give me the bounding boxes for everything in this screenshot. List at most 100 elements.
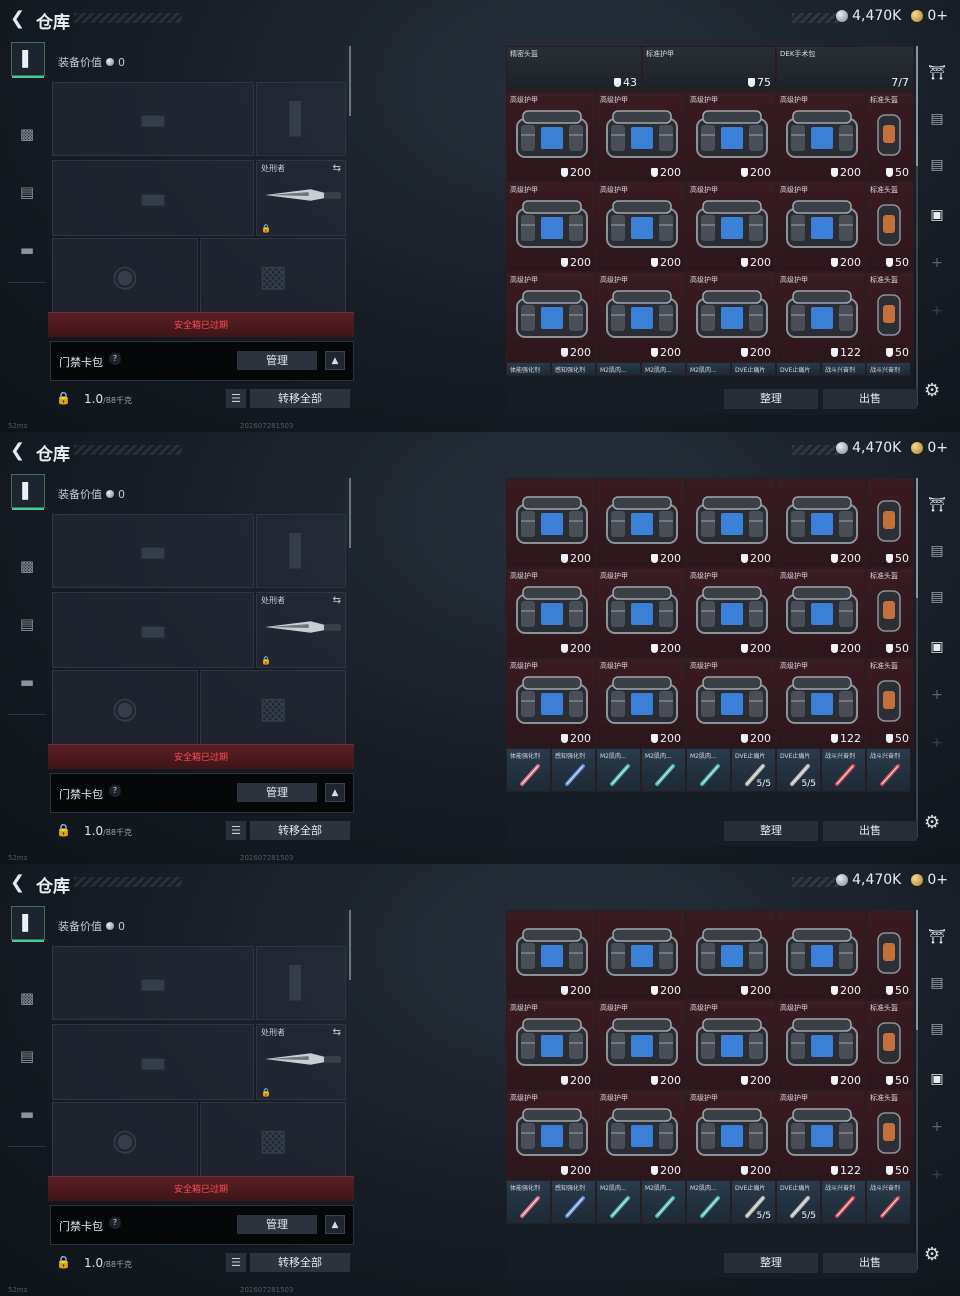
storage-tab-add[interactable]: ▣ [922,1066,952,1092]
consumable-item[interactable]: M2肌肉... [641,362,686,376]
secondary-weapon-slot[interactable]: ▬ [52,592,254,668]
manage-button[interactable]: 管理 [237,1215,317,1234]
armor-item[interactable]: 高级护甲 122 [776,1090,866,1180]
swap-icon[interactable]: ⇆ [333,163,341,174]
consumable-item[interactable]: M2肌肉... [686,748,731,792]
armor-item[interactable]: 高级护甲 200 [776,182,866,272]
tab-weapons[interactable]: ▌ [11,42,45,78]
armor-item[interactable]: 高级护甲 200 [596,92,686,182]
sort-button[interactable]: 整理 [724,389,818,409]
consumable-item[interactable]: M2肌肉... [686,362,731,376]
armor-item[interactable]: 200 [686,478,776,568]
armor-slot[interactable]: ▩ [200,238,346,314]
consumable-item[interactable]: DVE止痛片 5/5 [776,1180,821,1224]
swap-icon[interactable]: ⇆ [333,1027,341,1038]
consumable-item[interactable]: M2肌肉... [686,1180,731,1224]
scroll-thumb[interactable] [916,910,918,1030]
storage-tab-add[interactable]: ▣ [922,634,952,660]
helmet-slot[interactable]: ◉ [52,670,198,746]
inventory-item[interactable]: DEK手术包 7/7 [776,46,914,92]
armor-slot[interactable]: ▩ [200,1102,346,1178]
list-icon[interactable]: ☰ [226,821,246,840]
consumable-item[interactable]: DVE止痛片 [776,362,821,376]
consumable-item[interactable]: 感知强化剂 [551,1180,596,1224]
add-storage-button[interactable]: + [922,1162,952,1188]
consumable-item[interactable]: 战斗兴奋剂 [821,748,866,792]
consumable-item[interactable]: 体能强化剂 [506,748,551,792]
storage-tab-add[interactable]: ▣ [922,202,952,228]
primary-weapon-slot[interactable]: ▬ [52,946,254,1020]
sort-button[interactable]: 整理 [724,821,818,841]
swap-icon[interactable]: ⇆ [333,595,341,606]
pistol-slot[interactable]: ▌ [256,946,346,1020]
armor-item[interactable]: 200 [686,910,776,1000]
armor-item[interactable]: 高级护甲 200 [686,1090,776,1180]
consumable-item[interactable]: DVE止痛片 5/5 [731,1180,776,1224]
add-storage-button[interactable]: + [922,298,952,324]
sort-button[interactable]: 整理 [724,1253,818,1273]
tab-bag[interactable]: ▬ [11,234,43,266]
armor-item[interactable]: 高级护甲 122 [776,272,866,362]
armor-item[interactable]: 高级护甲 200 [506,92,596,182]
armor-item[interactable]: 高级护甲 200 [506,1000,596,1090]
safebox-expired-banner[interactable]: 安全箱已过期 [48,312,354,337]
scroll-thumb[interactable] [916,46,918,166]
storage-tab-4[interactable]: ▤ [922,584,952,610]
helmet-item[interactable]: 标准头盔 50 [866,182,914,272]
armor-item[interactable]: 200 [506,910,596,1000]
helmet-slot[interactable]: ◉ [52,238,198,314]
consumable-item[interactable]: M2肌肉... [641,748,686,792]
armor-item[interactable]: 200 [506,478,596,568]
help-icon[interactable]: ? [109,1217,121,1229]
armor-item[interactable]: 高级护甲 200 [506,182,596,272]
gear-icon[interactable]: ⚙ [924,380,940,401]
help-icon[interactable]: ? [109,353,121,365]
consumable-item[interactable]: DVE止痛片 5/5 [731,748,776,792]
primary-weapon-slot[interactable]: ▬ [52,82,254,156]
safebox-expired-banner[interactable]: 安全箱已过期 [48,1176,354,1201]
inventory-scrollbar[interactable] [916,478,918,838]
melee-slot[interactable]: 处刑者 ⇆ 🔒 [256,160,346,236]
padlock-icon[interactable]: 🔒 [56,391,71,405]
consumable-item[interactable]: 战斗兴奋剂 [821,1180,866,1224]
storage-tab-4[interactable]: ▤ [922,152,952,178]
tab-weapons[interactable]: ▌ [11,906,45,942]
armor-slot[interactable]: ▩ [200,670,346,746]
storage-tab-3[interactable]: ▤ [922,106,952,132]
armor-item[interactable]: 高级护甲 200 [686,658,776,748]
inventory-scrollbar[interactable] [916,910,918,1270]
consumable-item[interactable]: M2肌肉... [596,1180,641,1224]
tab-supplies[interactable]: ▤ [11,608,43,640]
helmet-item[interactable]: 50 [866,910,914,1000]
sell-button[interactable]: 出售 [823,821,917,841]
equipment-scrollbar[interactable] [349,46,351,116]
tab-weapons[interactable]: ▌ [11,474,45,510]
armor-item[interactable]: 高级护甲 200 [596,1090,686,1180]
tab-armor[interactable]: ▩ [11,118,43,150]
inventory-item[interactable]: 精密头盔 43 [506,46,642,92]
armor-item[interactable]: 200 [776,478,866,568]
sell-button[interactable]: 出售 [823,1253,917,1273]
gear-icon[interactable]: ⚙ [924,812,940,833]
consumable-item[interactable]: DVE止痛片 5/5 [776,748,821,792]
armor-item[interactable]: 高级护甲 200 [686,182,776,272]
inventory-scrollbar[interactable] [916,46,918,406]
chevron-up-icon[interactable]: ▲ [325,783,345,802]
armor-item[interactable]: 高级护甲 200 [776,92,866,182]
primary-weapon-slot[interactable]: ▬ [52,514,254,588]
consumable-item[interactable]: DVE止痛片 [731,362,776,376]
consumable-item[interactable]: 感知强化剂 [551,748,596,792]
storage-tab-home[interactable]: ⛩ [922,492,952,518]
equipment-scrollbar[interactable] [349,910,351,980]
list-icon[interactable]: ☰ [226,1253,246,1272]
pistol-slot[interactable]: ▌ [256,514,346,588]
storage-tab-3[interactable]: ▤ [922,538,952,564]
helmet-item[interactable]: 标准头盔 50 [866,272,914,362]
transfer-all-button[interactable]: 转移全部 [250,821,350,840]
manage-button[interactable]: 管理 [237,351,317,370]
helmet-item[interactable]: 标准头盔 50 [866,92,914,182]
inventory-item[interactable]: 标准护甲 75 [642,46,776,92]
add-storage-button[interactable]: + [922,1114,952,1140]
storage-tab-4[interactable]: ▤ [922,1016,952,1042]
back-arrow-icon[interactable]: ❮ [10,10,28,28]
